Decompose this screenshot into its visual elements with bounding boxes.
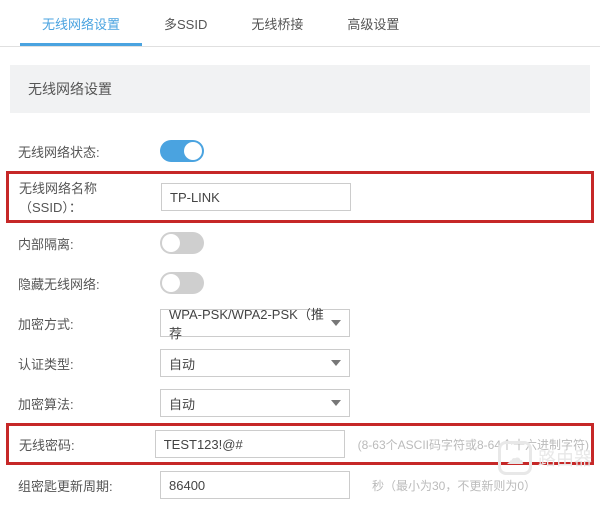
label-encryption: 加密方式: — [10, 314, 160, 333]
label-password: 无线密码: — [11, 435, 155, 454]
hint-rekey: 秒（最小为30，不更新则为0） — [360, 477, 590, 494]
toggle-wireless-status[interactable] — [160, 140, 204, 162]
row-isolation: 内部隔离: — [10, 223, 590, 263]
label-auth-type: 认证类型: — [10, 354, 160, 373]
hint-password: (8-63个ASCII码字符或8-64个十六进制字符) — [346, 436, 589, 453]
tab-multi-ssid[interactable]: 多SSID — [142, 0, 229, 46]
row-encryption: 加密方式: WPA-PSK/WPA2-PSK（推荐 — [10, 303, 590, 343]
section-title: 无线网络设置 — [10, 65, 590, 113]
chevron-down-icon — [331, 360, 341, 366]
label-hide-ssid: 隐藏无线网络: — [10, 274, 160, 293]
input-ssid[interactable] — [161, 183, 351, 211]
wireless-form: 无线网络状态: 无线网络名称（SSID）： 内部隔离: 隐藏无线网络: 加密方式 — [0, 113, 600, 505]
row-auth-type: 认证类型: 自动 — [10, 343, 590, 383]
tab-wireless-bridge[interactable]: 无线桥接 — [229, 0, 325, 46]
label-rekey: 组密匙更新周期: — [10, 476, 160, 495]
tab-advanced[interactable]: 高级设置 — [325, 0, 421, 46]
chevron-down-icon — [331, 320, 341, 326]
label-algorithm: 加密算法: — [10, 394, 160, 413]
toggle-hide-ssid[interactable] — [160, 272, 204, 294]
label-ssid: 无线网络名称（SSID）： — [11, 178, 161, 216]
select-algorithm-value: 自动 — [169, 394, 195, 413]
tab-bar: 无线网络设置 多SSID 无线桥接 高级设置 — [0, 0, 600, 47]
row-ssid: 无线网络名称（SSID）： — [6, 171, 594, 223]
row-hide-ssid: 隐藏无线网络: — [10, 263, 590, 303]
select-encryption[interactable]: WPA-PSK/WPA2-PSK（推荐 — [160, 309, 350, 337]
select-auth-type-value: 自动 — [169, 354, 195, 373]
label-wireless-status: 无线网络状态: — [10, 142, 160, 161]
row-password: 无线密码: (8-63个ASCII码字符或8-64个十六进制字符) — [6, 423, 594, 465]
select-encryption-value: WPA-PSK/WPA2-PSK（推荐 — [169, 304, 331, 342]
select-auth-type[interactable]: 自动 — [160, 349, 350, 377]
chevron-down-icon — [331, 400, 341, 406]
label-isolation: 内部隔离: — [10, 234, 160, 253]
input-rekey[interactable] — [160, 471, 350, 499]
toggle-isolation[interactable] — [160, 232, 204, 254]
select-algorithm[interactable]: 自动 — [160, 389, 350, 417]
tab-wireless-settings[interactable]: 无线网络设置 — [20, 0, 142, 46]
row-rekey: 组密匙更新周期: 秒（最小为30，不更新则为0） — [10, 465, 590, 505]
input-password[interactable] — [155, 430, 345, 458]
row-wireless-status: 无线网络状态: — [10, 131, 590, 171]
row-algorithm: 加密算法: 自动 — [10, 383, 590, 423]
